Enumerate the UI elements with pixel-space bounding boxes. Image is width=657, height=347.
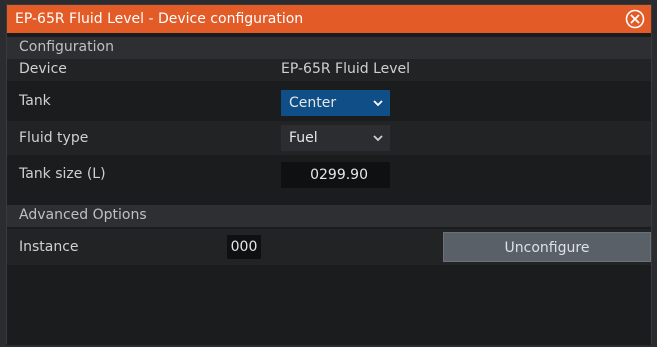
- advanced-options-section-header: Advanced Options: [7, 205, 651, 227]
- unconfigure-button[interactable]: Unconfigure: [443, 232, 651, 262]
- chevron-down-icon: [372, 125, 384, 151]
- tank-select[interactable]: Center: [281, 90, 390, 116]
- configuration-section-label: Configuration: [19, 39, 114, 55]
- tank-row: Tank Center: [7, 84, 651, 118]
- instance-input[interactable]: 000: [227, 235, 261, 259]
- fluid-type-label: Fluid type: [19, 130, 89, 146]
- device-row: Device EP-65R Fluid Level: [7, 59, 651, 81]
- dialog-title: EP-65R Fluid Level - Device configuratio…: [15, 11, 304, 27]
- close-icon[interactable]: [625, 9, 645, 29]
- fluid-type-row: Fluid type Fuel: [7, 121, 651, 155]
- dialog-content: Configuration Device EP-65R Fluid Level …: [7, 33, 651, 345]
- tank-size-input[interactable]: 0299.90: [281, 162, 390, 188]
- device-value: EP-65R Fluid Level: [281, 61, 411, 77]
- tank-size-row: Tank size (L) 0299.90: [7, 157, 651, 191]
- fluid-type-select-value: Fuel: [289, 130, 318, 146]
- chevron-down-icon: [372, 90, 384, 116]
- tank-size-label: Tank size (L): [19, 166, 106, 182]
- advanced-options-label: Advanced Options: [19, 207, 147, 223]
- fluid-type-select[interactable]: Fuel: [281, 125, 390, 151]
- configuration-section-header: Configuration: [7, 37, 651, 59]
- dialog-titlebar: EP-65R Fluid Level - Device configuratio…: [7, 5, 651, 33]
- instance-label: Instance: [19, 239, 79, 255]
- tank-select-value: Center: [289, 95, 337, 111]
- device-label: Device: [19, 61, 67, 77]
- device-configuration-dialog: EP-65R Fluid Level - Device configuratio…: [6, 4, 652, 345]
- tank-label: Tank: [19, 93, 51, 109]
- instance-row: Instance 000 Unconfigure: [7, 229, 651, 265]
